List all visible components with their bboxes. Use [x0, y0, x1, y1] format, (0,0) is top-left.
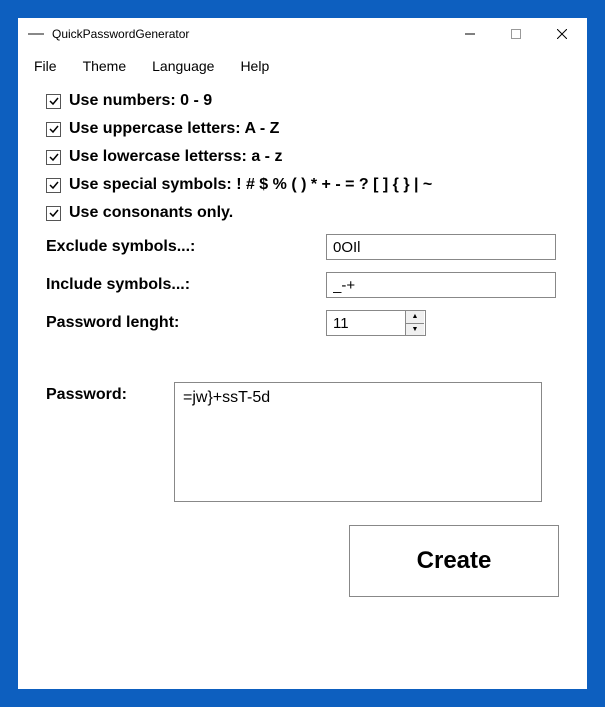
window-controls	[447, 19, 585, 49]
menu-help[interactable]: Help	[236, 54, 283, 78]
password-section: Password:	[46, 382, 559, 507]
option-consonants-row: Use consonants only.	[46, 204, 559, 222]
spinner-up-button[interactable]: ▲	[406, 311, 424, 324]
option-numbers-row: Use numbers: 0 - 9	[46, 92, 559, 110]
menu-file[interactable]: File	[30, 54, 71, 78]
exclude-row: Exclude symbols...:	[46, 234, 559, 260]
length-row: Password lenght: ▲ ▼	[46, 310, 559, 336]
menubar: File Theme Language Help	[18, 50, 587, 86]
create-row: Create	[46, 525, 559, 597]
option-lowercase-row: Use lowercase letterss: a - z	[46, 148, 559, 166]
content-area: Use numbers: 0 - 9 Use uppercase letters…	[18, 86, 587, 607]
include-row: Include symbols...:	[46, 272, 559, 298]
menu-language[interactable]: Language	[148, 54, 228, 78]
maximize-button[interactable]	[493, 19, 539, 49]
label-special: Use special symbols: ! # $ % ( ) * + - =…	[69, 176, 432, 194]
option-special-row: Use special symbols: ! # $ % ( ) * + - =…	[46, 176, 559, 194]
window-title: QuickPasswordGenerator	[52, 27, 447, 41]
label-consonants: Use consonants only.	[69, 204, 233, 222]
password-label: Password:	[46, 382, 174, 507]
titlebar: QuickPasswordGenerator	[18, 18, 587, 50]
password-output[interactable]	[174, 382, 542, 502]
exclude-label: Exclude symbols...:	[46, 238, 326, 256]
length-input[interactable]	[327, 311, 405, 335]
close-icon	[557, 29, 567, 39]
include-input[interactable]	[326, 272, 556, 298]
menu-theme[interactable]: Theme	[79, 54, 141, 78]
label-lowercase: Use lowercase letterss: a - z	[69, 148, 282, 166]
length-label: Password lenght:	[46, 314, 326, 332]
checkbox-uppercase[interactable]	[46, 122, 61, 137]
checkbox-lowercase[interactable]	[46, 150, 61, 165]
spinner-down-button[interactable]: ▼	[406, 324, 424, 336]
option-uppercase-row: Use uppercase letters: A - Z	[46, 120, 559, 138]
app-icon	[28, 33, 44, 35]
include-label: Include symbols...:	[46, 276, 326, 294]
checkbox-consonants[interactable]	[46, 206, 61, 221]
minimize-icon	[465, 29, 475, 39]
checkbox-special[interactable]	[46, 178, 61, 193]
exclude-input[interactable]	[326, 234, 556, 260]
maximize-icon	[511, 29, 521, 39]
checkbox-numbers[interactable]	[46, 94, 61, 109]
create-button[interactable]: Create	[349, 525, 559, 597]
label-numbers: Use numbers: 0 - 9	[69, 92, 212, 110]
spinner-buttons: ▲ ▼	[405, 311, 424, 335]
length-spinner: ▲ ▼	[326, 310, 426, 336]
label-uppercase: Use uppercase letters: A - Z	[69, 120, 279, 138]
minimize-button[interactable]	[447, 19, 493, 49]
close-button[interactable]	[539, 19, 585, 49]
app-window: QuickPasswordGenerator File Theme Langua…	[18, 18, 587, 689]
